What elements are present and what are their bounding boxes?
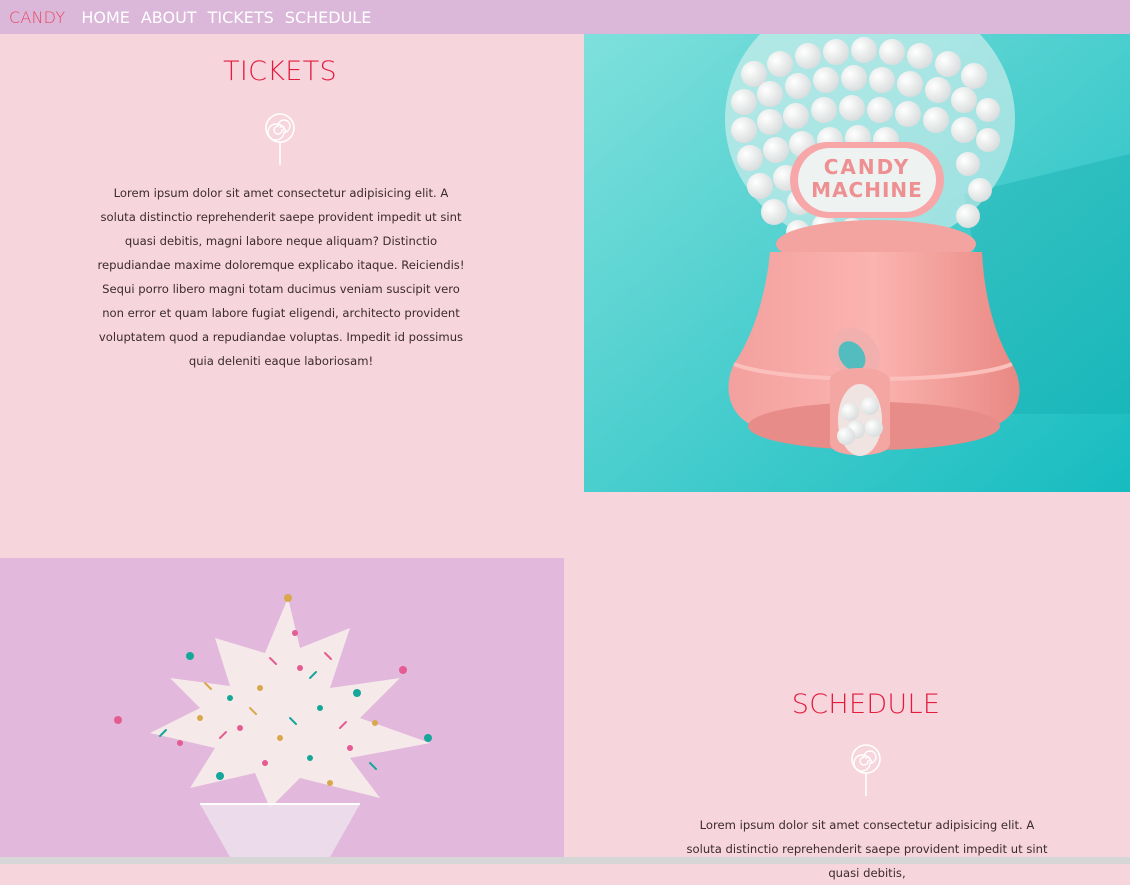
nav-link-schedule[interactable]: SCHEDULE (285, 8, 372, 27)
brand-logo[interactable]: CANDY (9, 8, 65, 27)
lollipop-icon (265, 113, 295, 165)
candy-label-line1: CANDY (824, 155, 911, 179)
lollipop-icon (851, 744, 881, 796)
tickets-title: TICKETS (223, 56, 337, 87)
schedule-title: SCHEDULE (791, 689, 941, 720)
candy-machine-illustration: CANDY MACHINE (584, 34, 1130, 492)
sprinkles-burst-illustration (0, 558, 564, 857)
sprinkles-image (0, 558, 564, 857)
candy-machine-label: CANDY MACHINE (790, 142, 944, 218)
nav-link-home[interactable]: HOME (81, 8, 130, 27)
candy-label-line2: MACHINE (811, 178, 923, 202)
nav-link-tickets[interactable]: TICKETS (208, 8, 274, 27)
tickets-paragraph: Lorem ipsum dolor sit amet consectetur a… (97, 186, 465, 368)
schedule-paragraph: Lorem ipsum dolor sit amet consectetur a… (686, 818, 1048, 880)
nav-link-about[interactable]: ABOUT (141, 8, 197, 27)
horizontal-scrollbar[interactable] (0, 857, 1130, 864)
top-navbar: CANDY HOME ABOUT TICKETS SCHEDULE (0, 0, 1130, 34)
candy-machine-image: CANDY MACHINE (584, 34, 1130, 492)
nav-links: HOME ABOUT TICKETS SCHEDULE (81, 8, 382, 27)
